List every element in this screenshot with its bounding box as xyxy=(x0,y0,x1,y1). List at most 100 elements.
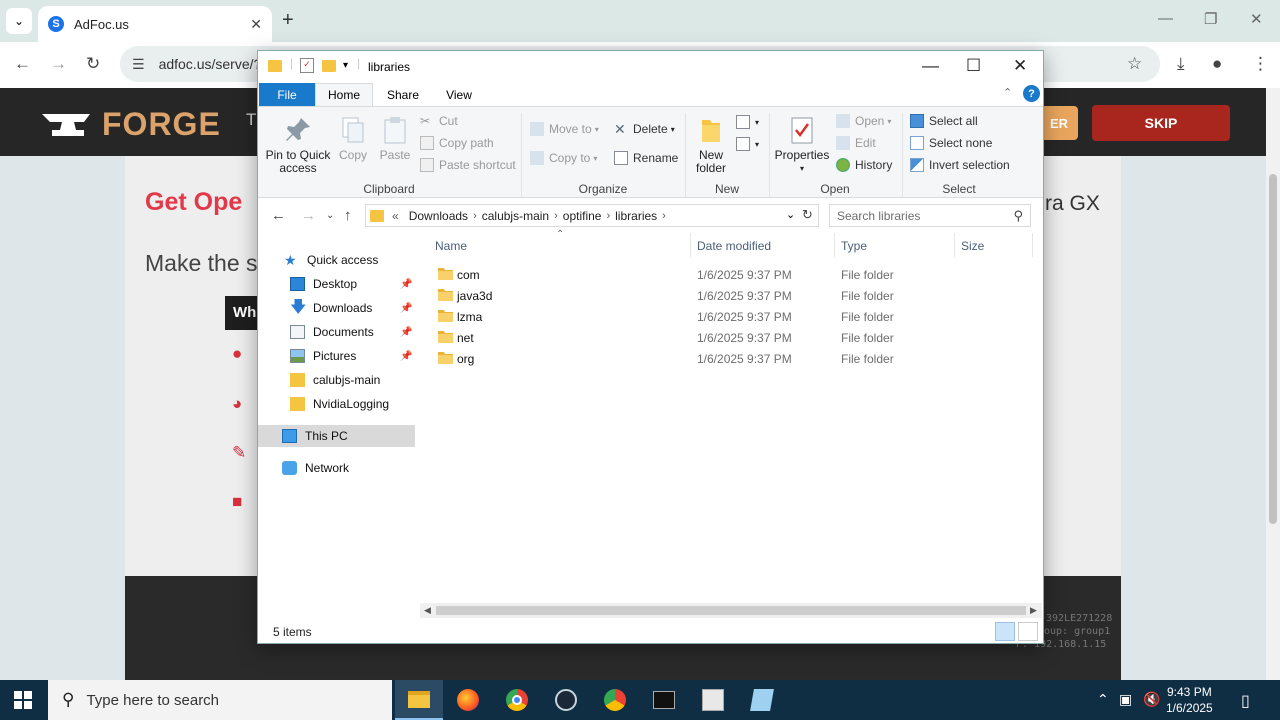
tab-close-icon[interactable]: ✕ xyxy=(250,16,262,33)
back-arrow-icon[interactable]: ← xyxy=(271,207,286,224)
kebab-menu-icon[interactable]: ⋮ xyxy=(1252,54,1269,74)
breadcrumb-overflow[interactable]: « xyxy=(392,209,399,223)
nav-item-downloads[interactable]: 🡇 Downloads xyxy=(290,297,414,319)
firefox-taskbar-icon[interactable] xyxy=(444,680,492,720)
tab-home[interactable]: Home xyxy=(315,83,373,106)
back-arrow-icon[interactable]: ← xyxy=(14,54,31,74)
volume-muted-icon[interactable]: 🔇 xyxy=(1143,691,1160,708)
system-clock[interactable]: 9:43 PM 1/6/2025 xyxy=(1166,684,1213,716)
nav-item-documents[interactable]: Documents xyxy=(290,321,414,343)
breadcrumb-optifine[interactable]: optifine xyxy=(563,209,602,223)
maximize-icon[interactable]: ☐ xyxy=(966,56,981,76)
tab-file[interactable]: File xyxy=(259,83,315,106)
tab-view[interactable]: View xyxy=(436,83,482,106)
details-view-icon[interactable] xyxy=(995,622,1015,641)
address-breadcrumb-bar[interactable]: « Downloads › calubjs-main › optifine › … xyxy=(365,204,819,227)
close-icon[interactable]: ✕ xyxy=(1013,56,1027,76)
forge-logo[interactable]: FORGE xyxy=(40,106,221,143)
horizontal-scrollbar-thumb[interactable] xyxy=(436,606,1026,615)
table-row[interactable]: java3d 1/6/2025 9:37 PM File folder xyxy=(428,285,1034,306)
game-app-taskbar-icon[interactable] xyxy=(689,680,737,720)
browser-tab[interactable]: S AdFoc.us ✕ xyxy=(38,6,272,42)
explorer-titlebar[interactable]: | ✓ ▾ | libraries — ☐ ✕ xyxy=(258,51,1043,83)
breadcrumb-downloads[interactable]: Downloads xyxy=(409,209,468,223)
delete-button[interactable]: ✕ Delete ▾ xyxy=(614,122,675,136)
site-action-button[interactable]: ER xyxy=(1040,106,1078,140)
select-none-button[interactable]: Select none xyxy=(910,136,992,150)
refresh-icon[interactable]: ↻ xyxy=(802,207,813,223)
table-row[interactable]: lzma 1/6/2025 9:37 PM File folder xyxy=(428,306,1034,327)
cut-button[interactable]: ✂ Cut xyxy=(420,114,458,128)
move-to-button[interactable]: Move to ▾ xyxy=(530,122,599,136)
paste-button[interactable]: Paste xyxy=(376,115,414,162)
paste-shortcut-button[interactable]: Paste shortcut xyxy=(420,158,516,172)
new-tab-plus-icon[interactable]: + xyxy=(282,9,294,32)
table-row[interactable]: net 1/6/2025 9:37 PM File folder xyxy=(428,327,1034,348)
up-arrow-icon[interactable]: ↑ xyxy=(344,207,352,224)
help-icon[interactable]: ? xyxy=(1023,85,1040,102)
steam-taskbar-icon[interactable] xyxy=(542,680,590,720)
profile-icon[interactable]: ● xyxy=(1212,54,1222,74)
chrome-profile-taskbar-icon[interactable] xyxy=(591,680,639,720)
file-explorer-taskbar-icon[interactable] xyxy=(395,680,443,720)
invert-selection-button[interactable]: Invert selection xyxy=(910,158,1010,172)
browser-close-icon[interactable]: ✕ xyxy=(1250,10,1263,28)
tab-search-button[interactable]: ⌄ xyxy=(6,8,32,34)
download-icon[interactable]: ⤓ xyxy=(1177,54,1185,74)
address-dropdown-icon[interactable]: ⌄ xyxy=(786,208,795,221)
windows-start-icon[interactable] xyxy=(14,691,32,709)
large-icons-view-icon[interactable] xyxy=(1018,622,1038,641)
copy-path-button[interactable]: Copy path xyxy=(420,136,494,150)
select-all-button[interactable]: Select all xyxy=(910,114,978,128)
table-row[interactable]: org 1/6/2025 9:37 PM File folder xyxy=(428,348,1034,369)
terminal-taskbar-icon[interactable] xyxy=(640,680,688,720)
forward-arrow-icon[interactable]: → xyxy=(301,207,316,224)
breadcrumb-separator-icon[interactable]: › xyxy=(606,210,610,222)
nav-item-calubjs-main[interactable]: calubjs-main xyxy=(290,369,414,391)
pin-to-quick-access-button[interactable]: Pin to Quick access xyxy=(264,115,332,175)
chrome-taskbar-icon[interactable] xyxy=(493,680,541,720)
edit-button[interactable]: Edit xyxy=(836,136,876,150)
nav-item-pictures[interactable]: Pictures xyxy=(290,345,414,367)
page-scrollbar[interactable] xyxy=(1266,88,1280,680)
breadcrumb-separator-icon[interactable]: › xyxy=(554,210,558,222)
network-status-icon[interactable]: ▣ xyxy=(1119,691,1132,708)
breadcrumb-separator-icon[interactable]: › xyxy=(473,210,477,222)
new-folder-quick-icon[interactable] xyxy=(322,60,336,72)
site-settings-icon[interactable]: ☰ xyxy=(132,56,145,73)
column-date-modified[interactable]: Date modified xyxy=(697,239,771,253)
browser-restore-icon[interactable]: ❐ xyxy=(1204,10,1217,28)
skip-button[interactable]: SKIP xyxy=(1092,105,1230,141)
column-size[interactable]: Size xyxy=(961,239,984,253)
history-button[interactable]: History xyxy=(836,158,892,172)
new-folder-button[interactable]: New folder xyxy=(690,115,732,175)
breadcrumb-calubjs-main[interactable]: calubjs-main xyxy=(482,209,549,223)
open-button[interactable]: Open ▾ xyxy=(836,114,891,128)
minimize-icon[interactable]: — xyxy=(922,56,939,76)
nav-item-desktop[interactable]: Desktop xyxy=(290,273,414,295)
page-scrollbar-thumb[interactable] xyxy=(1269,174,1277,524)
search-input[interactable]: Search libraries ⚲ xyxy=(829,204,1031,227)
properties-button[interactable]: Properties ▾ xyxy=(774,115,830,175)
star-icon[interactable]: ☆ xyxy=(1127,54,1142,74)
tab-share[interactable]: Share xyxy=(380,83,426,106)
nav-quick-access[interactable]: ★ Quick access xyxy=(284,249,414,271)
column-name[interactable]: Name xyxy=(435,239,467,253)
recent-locations-chevron-icon[interactable]: ⌄ xyxy=(326,210,334,221)
chevron-up-icon[interactable]: ⌃ xyxy=(1097,691,1109,708)
scroll-right-icon[interactable]: ▶ xyxy=(1030,605,1037,616)
scroll-left-icon[interactable]: ◀ xyxy=(424,605,431,616)
horizontal-scrollbar[interactable]: ◀ ▶ xyxy=(420,603,1042,618)
breadcrumb-libraries[interactable]: libraries xyxy=(615,209,657,223)
copy-button[interactable]: Copy xyxy=(336,115,370,162)
easy-access-button[interactable]: ▾ xyxy=(736,137,759,151)
table-row[interactable]: com 1/6/2025 9:37 PM File folder xyxy=(428,264,1034,285)
rename-button[interactable]: Rename xyxy=(614,151,678,165)
properties-quick-icon[interactable]: ✓ xyxy=(300,58,314,73)
browser-minimize-icon[interactable]: — xyxy=(1158,10,1173,27)
nav-this-pc[interactable]: This PC xyxy=(258,425,415,447)
quick-access-toolbar-dropdown-icon[interactable]: ▾ xyxy=(343,60,348,71)
copy-to-button[interactable]: Copy to ▾ xyxy=(530,151,597,165)
taskbar-search-input[interactable]: ⚲ Type here to search xyxy=(48,680,392,720)
notification-center-icon[interactable]: ▯ xyxy=(1241,691,1250,711)
